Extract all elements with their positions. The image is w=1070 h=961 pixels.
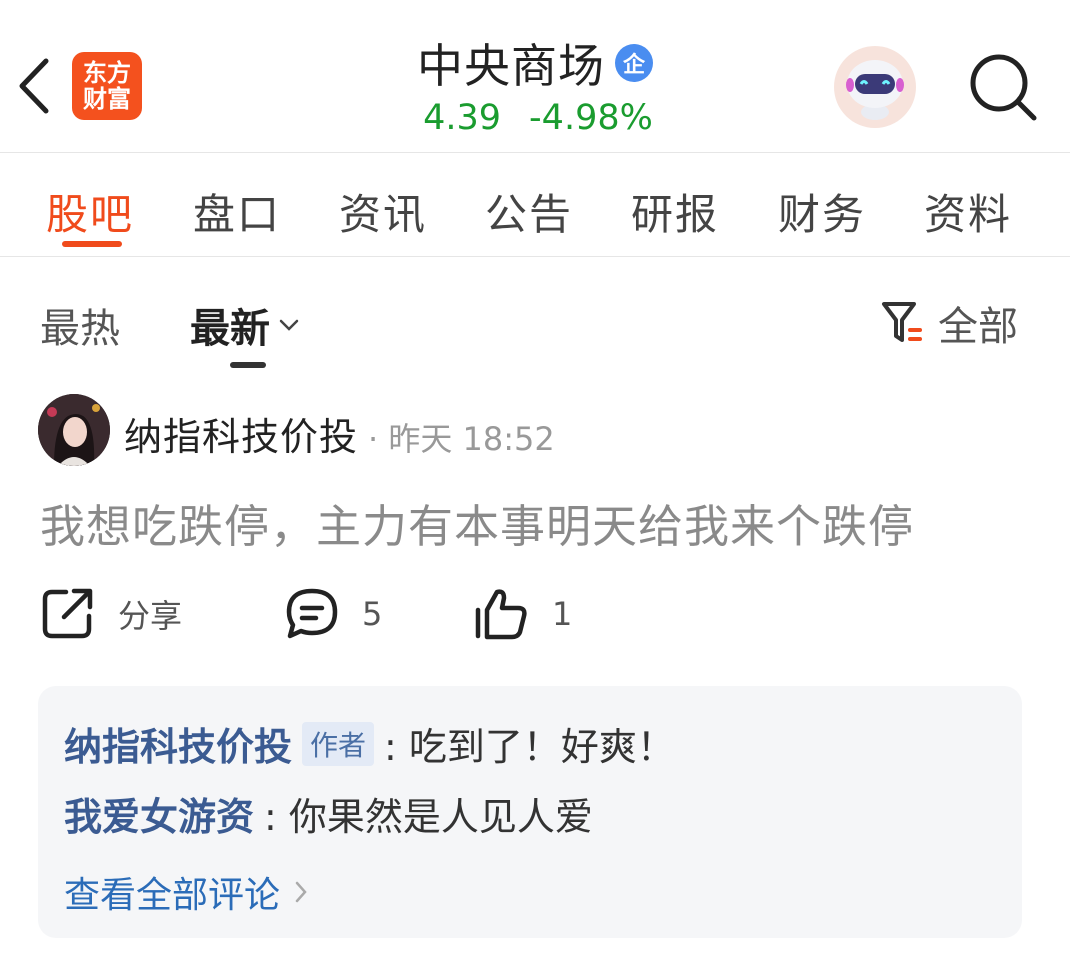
assistant-robot-button[interactable]: [834, 46, 916, 128]
chevron-down-icon: [279, 319, 299, 331]
tab-research[interactable]: 研报: [631, 181, 719, 242]
enterprise-badge: 企: [615, 44, 653, 82]
comment-user[interactable]: 纳指科技价投: [64, 716, 292, 771]
logo-line2: 财富: [83, 85, 131, 113]
search-button[interactable]: [966, 50, 1040, 124]
comment-user[interactable]: 我爱女游资: [64, 786, 254, 841]
comment-count: 5: [362, 595, 383, 633]
section-tabs: 股吧 盘口 资讯 公告 研报 财务 资料: [0, 153, 1070, 257]
filter-button[interactable]: 全部: [880, 294, 1018, 352]
back-button[interactable]: [14, 56, 54, 116]
avatar[interactable]: [38, 394, 110, 466]
comment-text: : 吃到了！好爽！: [384, 725, 675, 769]
user-avatar-image: [38, 394, 110, 466]
view-all-comments-link[interactable]: 查看全部评论: [64, 866, 308, 918]
post-actions: 分享 5 1: [0, 586, 1070, 656]
comment-preview: 纳指科技价投 作者 : 吃到了！好爽！ 我爱女游资 : 你果然是人见人爱 查看全…: [38, 686, 1022, 938]
view-all-comments-label: 查看全部评论: [64, 875, 281, 916]
active-tab-indicator: [62, 241, 122, 247]
app-logo[interactable]: 东方 财富: [72, 52, 142, 120]
comment-item[interactable]: 纳指科技价投 作者 : 吃到了！好爽！: [64, 716, 675, 771]
comment-button[interactable]: 5: [284, 586, 382, 642]
comment-item[interactable]: 我爱女游资 : 你果然是人见人爱: [64, 786, 593, 841]
chevron-right-icon: [295, 881, 307, 903]
sort-hot[interactable]: 最热: [40, 296, 120, 354]
stock-name: 中央商场: [417, 39, 605, 93]
share-icon: [42, 588, 93, 639]
post-author[interactable]: 纳指科技价投: [124, 406, 358, 461]
tab-guba[interactable]: 股吧: [46, 181, 134, 242]
sort-latest-label: 最新: [190, 306, 270, 352]
stock-price: 4.39: [423, 98, 502, 138]
tab-announcements[interactable]: 公告: [485, 181, 573, 242]
comment-text: : 你果然是人见人爱: [264, 795, 593, 839]
stock-change: -4.98%: [529, 98, 653, 138]
filter-icon: [882, 302, 922, 342]
post-time: · 昨天 18:52: [368, 420, 555, 458]
sort-indicator: [230, 362, 266, 368]
like-button[interactable]: 1: [472, 586, 572, 642]
share-button[interactable]: 分享: [40, 586, 182, 642]
search-icon: [970, 54, 1037, 121]
chevron-left-icon: [19, 58, 49, 114]
filter-label: 全部: [938, 304, 1018, 350]
thumbs-up-icon: [475, 589, 527, 640]
post-content[interactable]: 我想吃跌停，主力有本事明天给我来个跌停: [40, 490, 914, 555]
top-bar: 东方 财富 中央商场 企 4.39 -4.98%: [0, 0, 1070, 153]
like-count: 1: [552, 595, 573, 633]
sort-latest[interactable]: 最新: [190, 296, 300, 354]
tab-profile[interactable]: 资料: [924, 181, 1012, 242]
logo-line1: 东方: [83, 59, 131, 87]
sort-bar: 最热 最新 全部: [0, 258, 1070, 378]
author-badge: 作者: [302, 721, 375, 766]
stock-info: 中央商场 企 4.39 -4.98%: [340, 34, 730, 144]
tab-pankou[interactable]: 盘口: [193, 181, 281, 242]
share-label: 分享: [118, 597, 183, 635]
robot-icon: [846, 60, 904, 120]
tab-news[interactable]: 资讯: [339, 181, 427, 242]
comment-icon: [286, 588, 338, 639]
tab-finance[interactable]: 财务: [778, 181, 866, 242]
